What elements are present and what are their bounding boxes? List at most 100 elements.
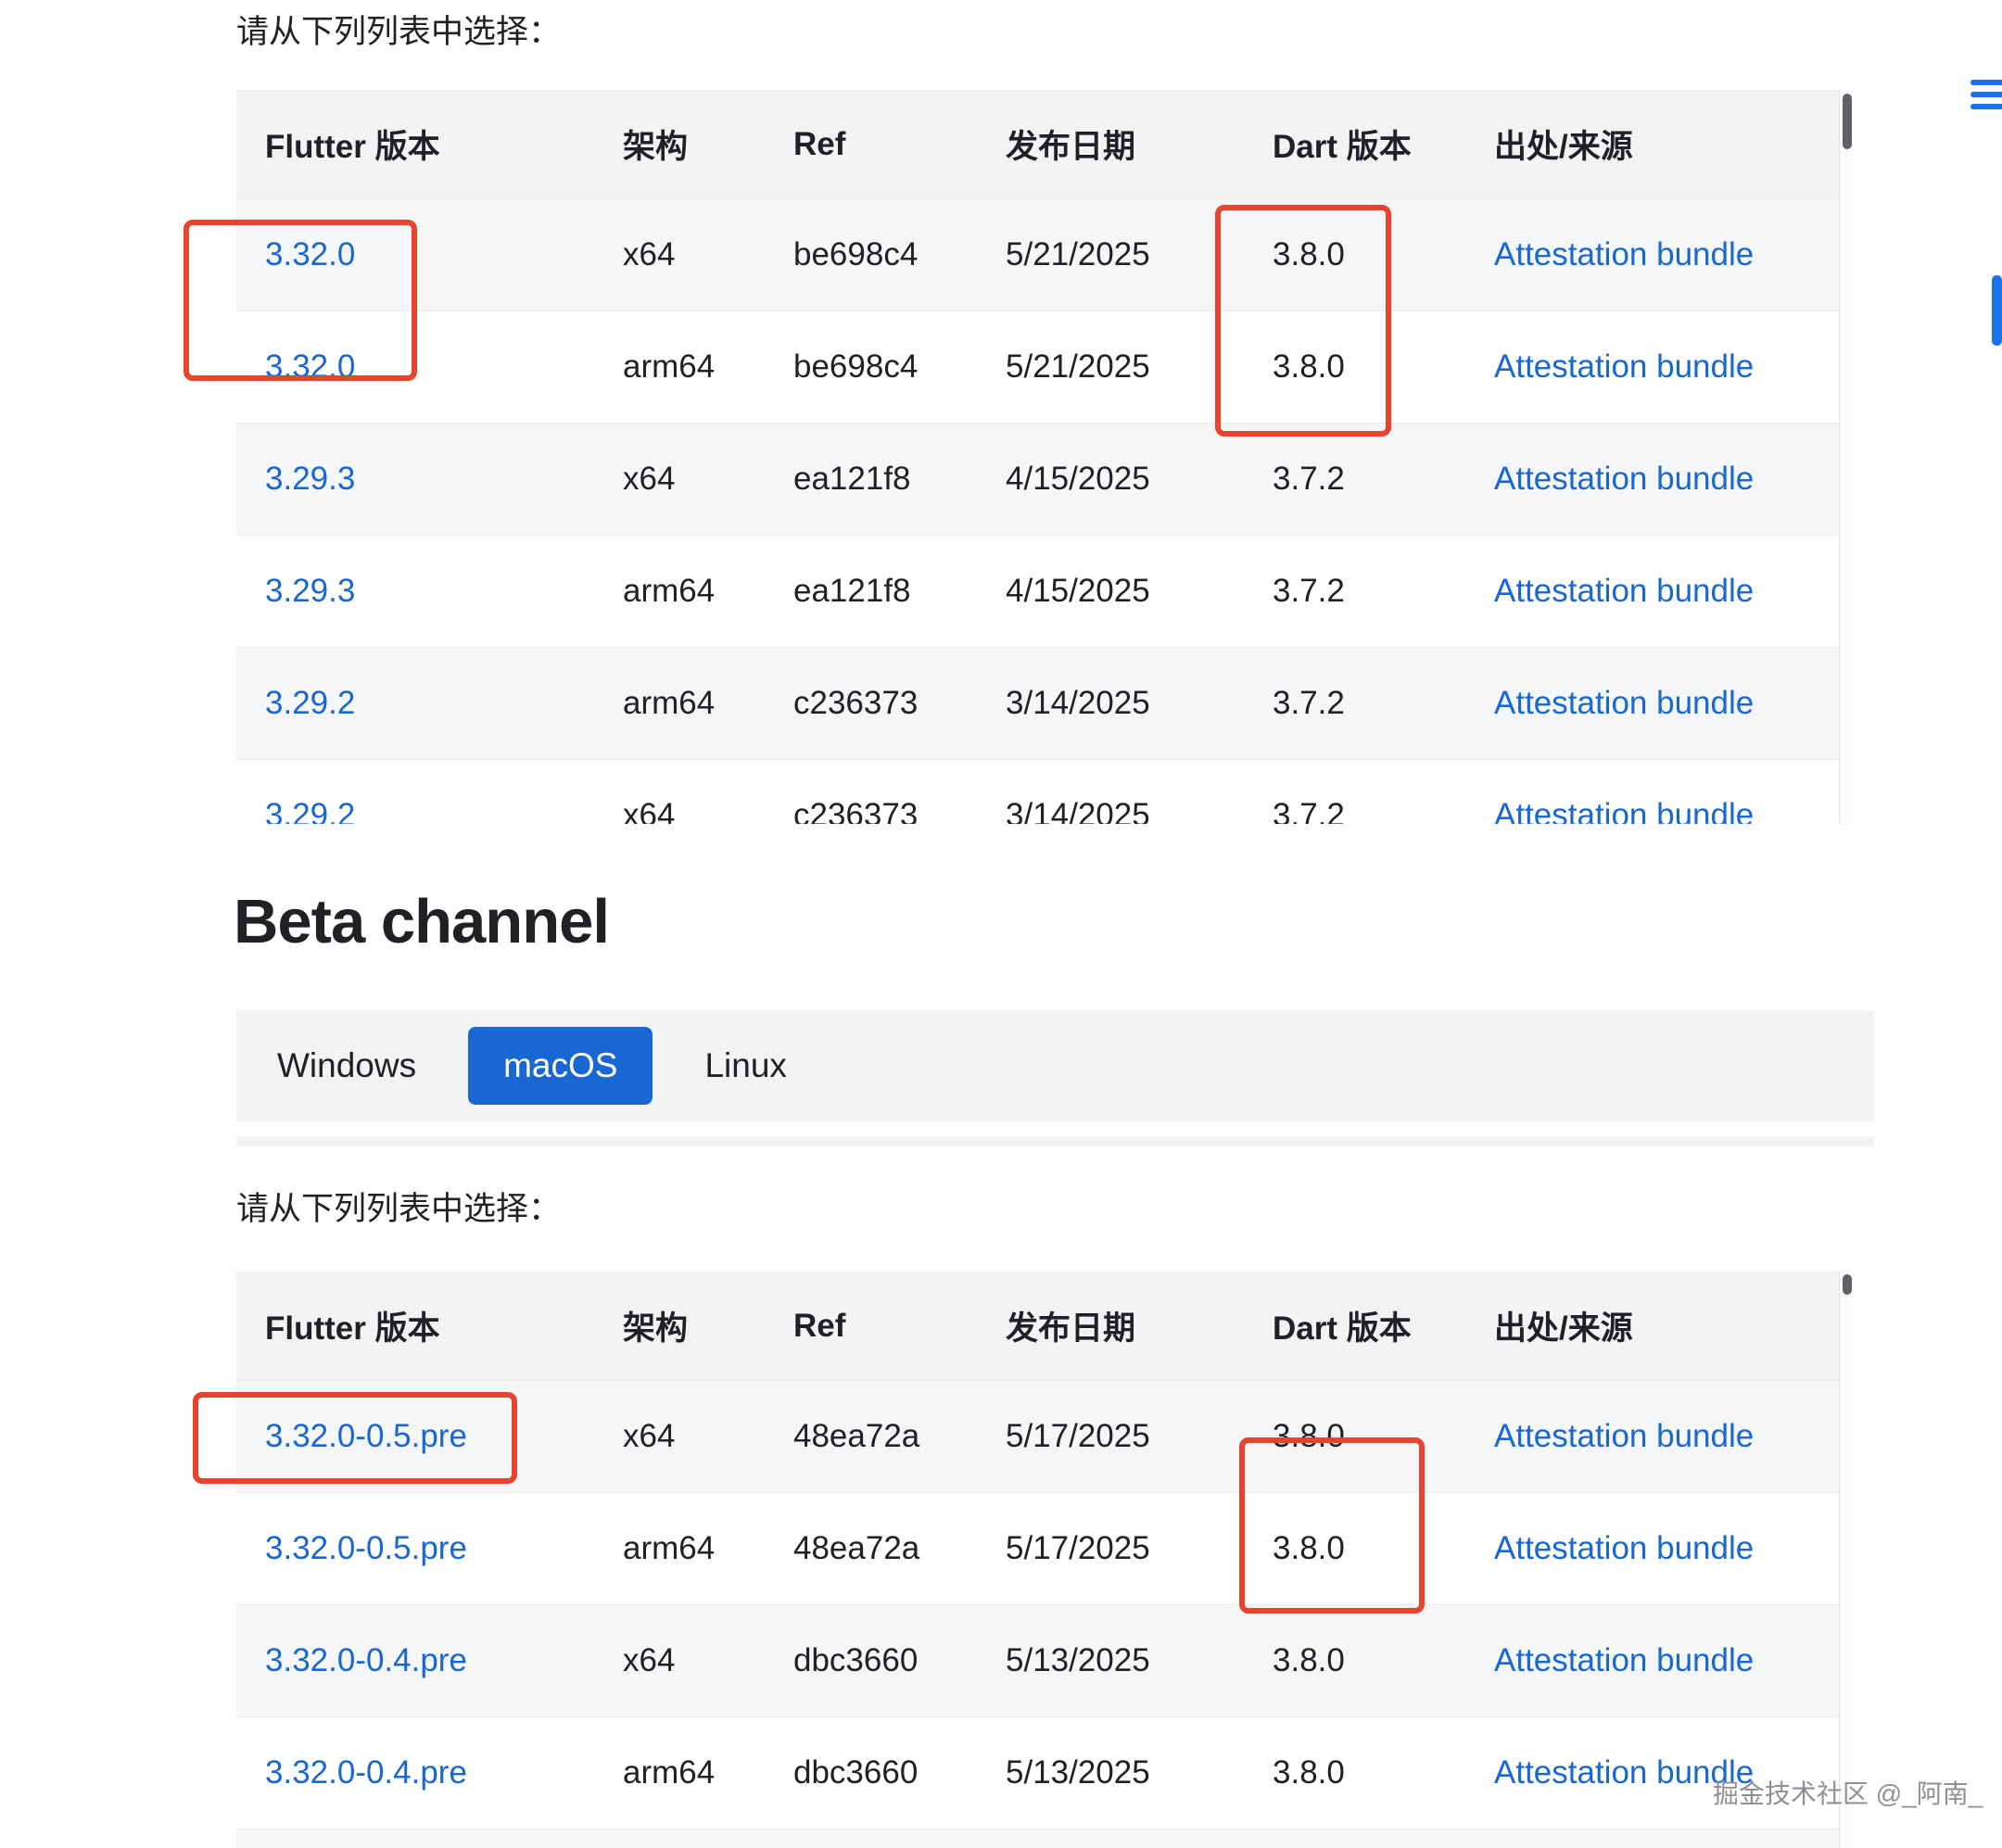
attestation-bundle-link[interactable]: Attestation bundle [1494,685,1754,721]
ref-value: ea121f8 [793,461,1006,498]
flutter-version-link[interactable]: 3.29.3 [265,573,355,609]
release-date-value: 3/14/2025 [1006,685,1273,722]
flutter-version-link[interactable]: 3.29.2 [265,797,355,824]
dart-version-value: 3.8.0 [1273,1530,1494,1567]
release-date-value: 5/17/2025 [1006,1530,1273,1567]
table-scrollbar[interactable] [1839,90,1854,824]
attestation-bundle-link[interactable]: Attestation bundle [1494,348,1754,385]
table-row: 3.32.0-0.5.pre arm64 48ea72a 5/17/2025 3… [236,1492,1854,1604]
select-prompt: 请从下列列表中选择： [236,1183,561,1230]
scrollbar-thumb[interactable] [1843,1274,1852,1295]
scrollbar-thumb[interactable] [1843,94,1852,149]
beta-channel-heading: Beta channel [234,886,609,957]
release-date-value: 4/15/2025 [1006,573,1273,610]
flutter-version-link[interactable]: 3.32.0 [265,348,355,385]
arch-value: arm64 [623,348,793,386]
ref-value: dbc3660 [793,1642,1006,1679]
flutter-version-link[interactable]: 3.32.0 [265,236,355,272]
flutter-version-link[interactable]: 3.32.0-0.4.pre [265,1642,467,1678]
table-scrollbar[interactable] [1839,1272,1854,1848]
os-tab-strip: Windows macOS Linux [236,1010,1874,1121]
col-header-ref: Ref [793,126,1006,163]
ref-value: dbc3660 [793,1754,1006,1791]
col-header-source: 出处/来源 [1494,120,1837,168]
attestation-bundle-link[interactable]: Attestation bundle [1494,573,1754,609]
dart-version-value: 3.7.2 [1273,797,1494,824]
ref-value: be698c4 [793,236,1006,273]
toc-icon-bar [1970,104,2002,109]
dart-version-value: 3.7.2 [1273,461,1494,498]
tab-windows[interactable]: Windows [277,1046,416,1085]
select-prompt: 请从下列列表中选择： [236,6,561,53]
col-header-arch: 架构 [623,120,793,168]
release-date-value: 5/13/2025 [1006,1754,1273,1791]
table-row: 3.32.0-0.4.pre x64 dbc3660 5/13/2025 3.8… [236,1604,1854,1716]
table-row-partial [236,1829,1854,1848]
attestation-bundle-link[interactable]: Attestation bundle [1494,1418,1754,1454]
col-header-dart-version: Dart 版本 [1273,1302,1494,1349]
release-date-value: 3/14/2025 [1006,797,1273,824]
ref-value: be698c4 [793,348,1006,386]
toc-icon-bar [1970,92,2002,97]
dart-version-value: 3.8.0 [1273,1418,1494,1455]
tab-panel-footer [236,1136,1874,1146]
release-date-value: 5/17/2025 [1006,1418,1273,1455]
toc-icon-bar [1970,80,2002,85]
ref-value: 48ea72a [793,1418,1006,1455]
table-row: 3.32.0-0.5.pre x64 48ea72a 5/17/2025 3.8… [236,1380,1854,1492]
table-row: 3.32.0-0.4.pre arm64 dbc3660 5/13/2025 3… [236,1716,1854,1829]
release-date-value: 5/21/2025 [1006,348,1273,386]
table-row: 3.32.0 x64 be698c4 5/21/2025 3.8.0 Attes… [236,198,1854,310]
arch-value: arm64 [623,1754,793,1791]
flutter-version-link[interactable]: 3.29.2 [265,685,355,721]
col-header-flutter-version: Flutter 版本 [265,120,623,168]
flutter-version-link[interactable]: 3.29.3 [265,461,355,497]
ref-value: c236373 [793,797,1006,824]
ref-value: ea121f8 [793,573,1006,610]
table-row: 3.29.3 arm64 ea121f8 4/15/2025 3.7.2 Att… [236,535,1854,647]
release-date-value: 5/21/2025 [1006,236,1273,273]
page-scrollbar-thumb[interactable] [1992,275,2002,346]
attestation-bundle-link[interactable]: Attestation bundle [1494,461,1754,497]
release-date-value: 4/15/2025 [1006,461,1273,498]
beta-versions-table: Flutter 版本 架构 Ref 发布日期 Dart 版本 出处/来源 3.3… [236,1272,1854,1848]
table-row: 3.29.3 x64 ea121f8 4/15/2025 3.7.2 Attes… [236,423,1854,535]
table-row: 3.32.0 arm64 be698c4 5/21/2025 3.8.0 Att… [236,310,1854,423]
dart-version-value: 3.7.2 [1273,573,1494,610]
table-header-row: Flutter 版本 架构 Ref 发布日期 Dart 版本 出处/来源 [236,90,1854,198]
flutter-version-link[interactable]: 3.32.0-0.4.pre [265,1754,467,1791]
flutter-version-link[interactable]: 3.32.0-0.5.pre [265,1418,467,1454]
table-row: 3.29.2 x64 c236373 3/14/2025 3.7.2 Attes… [236,759,1854,824]
attestation-bundle-link[interactable]: Attestation bundle [1494,236,1754,272]
tab-macos[interactable]: macOS [468,1027,653,1105]
arch-value: arm64 [623,685,793,722]
dart-version-value: 3.8.0 [1273,1642,1494,1679]
dart-version-value: 3.8.0 [1273,1754,1494,1791]
arch-value: x64 [623,461,793,498]
stable-versions-table: Flutter 版本 架构 Ref 发布日期 Dart 版本 出处/来源 3.3… [236,90,1854,824]
table-row: 3.29.2 arm64 c236373 3/14/2025 3.7.2 Att… [236,647,1854,759]
watermark: 掘金技术社区 @_阿南_ [1713,1774,1983,1811]
col-header-arch: 架构 [623,1302,793,1349]
tab-linux[interactable]: Linux [704,1046,786,1085]
arch-value: arm64 [623,573,793,610]
ref-value: 48ea72a [793,1530,1006,1567]
col-header-release-date: 发布日期 [1006,1302,1273,1349]
arch-value: x64 [623,236,793,273]
release-date-value: 5/13/2025 [1006,1642,1273,1679]
attestation-bundle-link[interactable]: Attestation bundle [1494,797,1754,824]
ref-value: c236373 [793,685,1006,722]
arch-value: x64 [623,797,793,824]
attestation-bundle-link[interactable]: Attestation bundle [1494,1642,1754,1678]
toc-list-icon[interactable] [1970,80,2002,116]
col-header-dart-version: Dart 版本 [1273,120,1494,168]
arch-value: x64 [623,1642,793,1679]
table-header-row: Flutter 版本 架构 Ref 发布日期 Dart 版本 出处/来源 [236,1272,1854,1380]
attestation-bundle-link[interactable]: Attestation bundle [1494,1530,1754,1566]
flutter-version-link[interactable]: 3.32.0-0.5.pre [265,1530,467,1566]
dart-version-value: 3.8.0 [1273,348,1494,386]
dart-version-value: 3.8.0 [1273,236,1494,273]
arch-value: arm64 [623,1530,793,1567]
page: 请从下列列表中选择： Flutter 版本 架构 Ref 发布日期 Dart 版… [0,0,2002,1848]
col-header-release-date: 发布日期 [1006,120,1273,168]
